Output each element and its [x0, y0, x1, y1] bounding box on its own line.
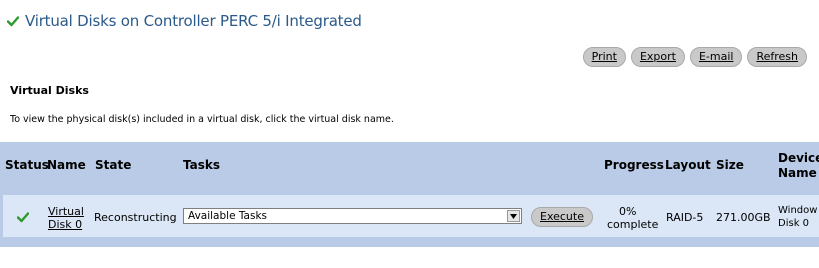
check-icon [17, 212, 29, 223]
page-title: Virtual Disks on Controller PERC 5/i Int… [25, 12, 362, 30]
refresh-button[interactable]: Refresh [747, 47, 807, 67]
size-value: 271.00GB [716, 211, 771, 224]
dropdown-arrow-icon[interactable] [507, 210, 520, 222]
page-header: Virtual Disks on Controller PERC 5/i Int… [7, 10, 362, 32]
header-status: Status [5, 158, 49, 172]
section-hint: To view the physical disk(s) included in… [10, 114, 394, 125]
virtual-disk-link-line1[interactable]: Virtual [48, 205, 84, 218]
section-title: Virtual Disks [10, 84, 89, 97]
header-size: Size [716, 158, 744, 172]
header-progress: Progress [604, 158, 664, 172]
header-name: Name [47, 158, 86, 172]
chevron-down-icon [510, 213, 517, 219]
check-icon [7, 16, 19, 27]
header-device-name-line2: Name [778, 166, 817, 180]
action-toolbar: Print Export E-mail Refresh [582, 47, 807, 67]
execute-button[interactable]: Execute [531, 207, 593, 227]
available-tasks-value: Available Tasks [188, 210, 267, 222]
virtual-disk-link-line2[interactable]: Disk 0 [48, 218, 82, 231]
header-device-name-line1: Device [778, 151, 819, 165]
email-button[interactable]: E-mail [689, 47, 743, 67]
device-name-line1: Window [778, 205, 818, 216]
progress-label: complete [607, 218, 659, 231]
state-value: Reconstructing [94, 211, 177, 224]
print-button[interactable]: Print [582, 47, 626, 67]
progress-percent: 0% [619, 205, 637, 218]
device-name-line2: Disk 0 [778, 218, 810, 229]
header-tasks: Tasks [183, 158, 221, 172]
available-tasks-select[interactable]: Available Tasks [183, 208, 522, 224]
layout-value: RAID-5 [666, 211, 704, 224]
header-layout: Layout [665, 158, 711, 172]
export-button[interactable]: Export [630, 47, 685, 67]
header-state: State [95, 158, 132, 172]
